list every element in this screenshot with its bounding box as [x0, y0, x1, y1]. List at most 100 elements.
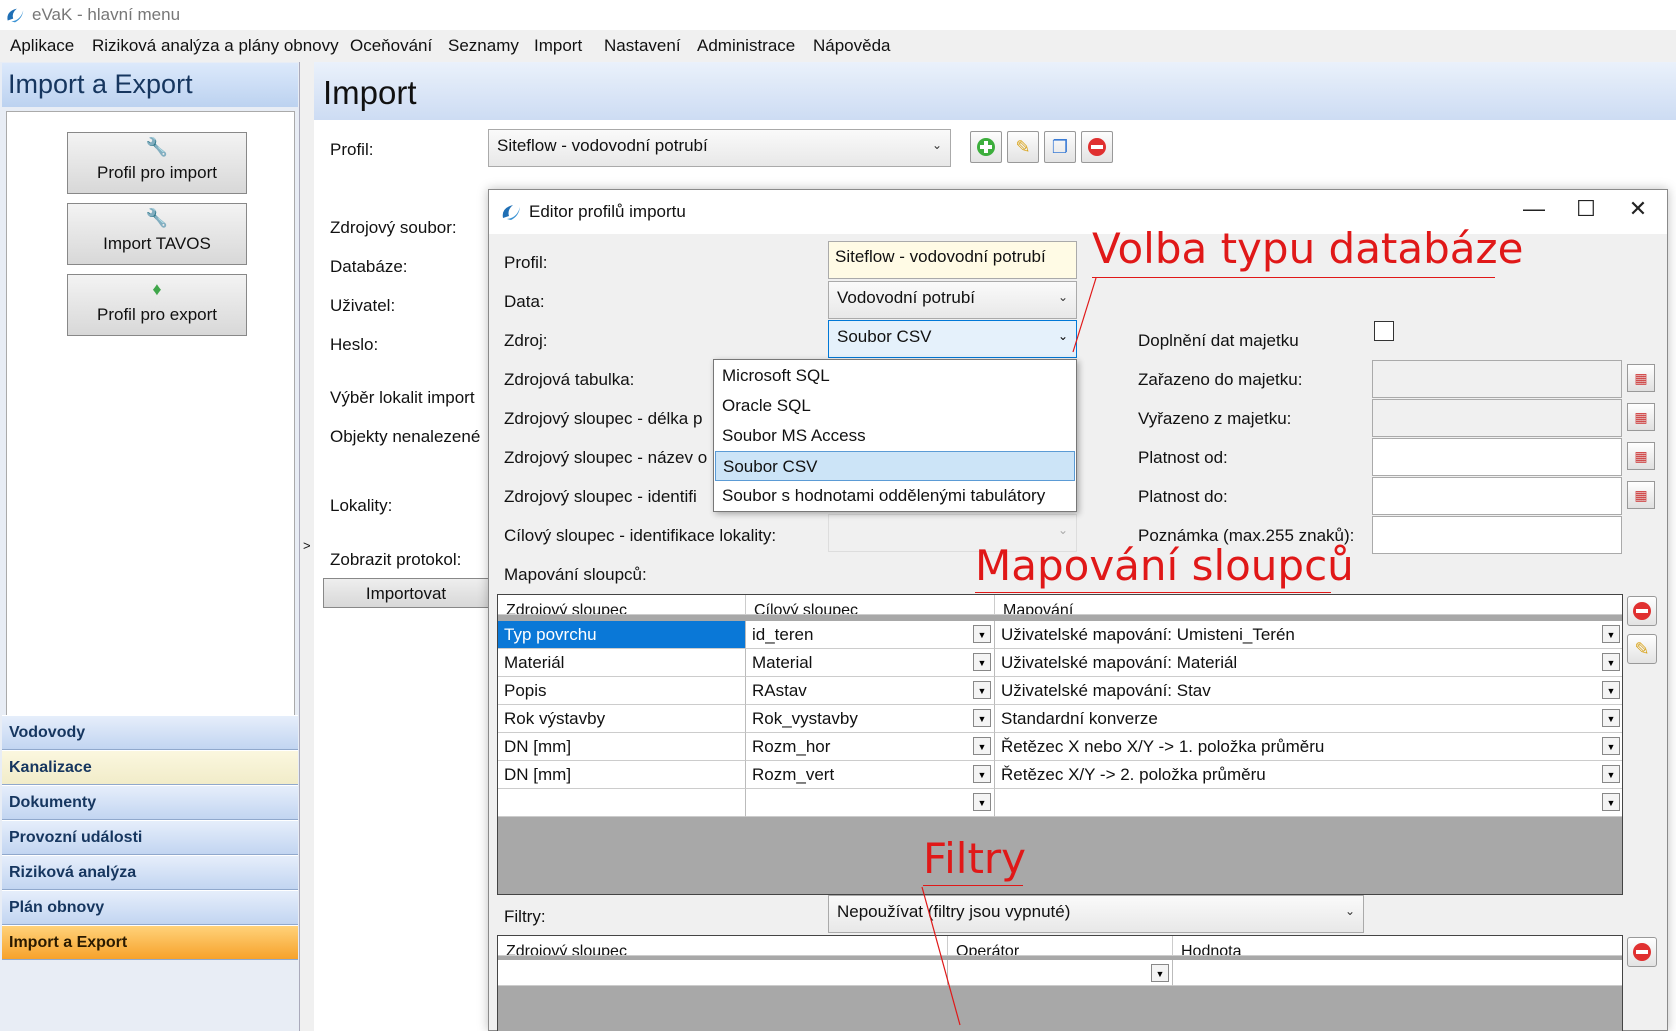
menu-ocenovani[interactable]: Oceňování — [350, 36, 432, 56]
filter-cell-source[interactable] — [498, 960, 948, 986]
chevron-down-icon[interactable]: ▼ — [973, 681, 991, 699]
remove-filter-button[interactable] — [1627, 937, 1657, 967]
map-cell-source[interactable]: Popis — [498, 677, 746, 705]
calendar-icon[interactable]: ▦ — [1627, 364, 1655, 392]
menu-aplikace[interactable]: Aplikace — [10, 36, 74, 56]
chevron-down-icon[interactable]: ▼ — [1602, 625, 1620, 643]
calendar-icon[interactable]: ▦ — [1627, 481, 1655, 509]
chevron-down-icon[interactable]: ▼ — [973, 793, 991, 811]
grid-header-source[interactable]: Zdrojový sloupec — [498, 595, 746, 615]
map-cell-source[interactable]: DN [mm] — [498, 733, 746, 761]
excluded-from-assets-field[interactable] — [1372, 399, 1622, 437]
menu-nastaveni[interactable]: Nastavení — [604, 36, 681, 56]
chevron-down-icon[interactable]: ▼ — [1602, 709, 1620, 727]
map-cell-source[interactable]: Materiál — [498, 649, 746, 677]
map-cell-target[interactable]: ▼ — [746, 789, 995, 817]
map-cell-mapping[interactable]: Standardní konverze ▼ — [995, 705, 1622, 733]
profile-import-button[interactable]: 🔧 Profil pro import — [67, 132, 247, 194]
map-cell-mapping[interactable]: Uživatelské mapování: Stav ▼ — [995, 677, 1622, 705]
chevron-down-icon[interactable]: ▼ — [1151, 964, 1169, 982]
menu-rizikova-analyza[interactable]: Riziková analýza a plány obnovy — [92, 36, 339, 56]
panel-splitter[interactable]: > — [300, 62, 314, 1031]
map-cell-source[interactable]: Rok výstavby — [498, 705, 746, 733]
calendar-icon[interactable]: ▦ — [1627, 403, 1655, 431]
delete-profile-button[interactable] — [1081, 131, 1113, 163]
menu-administrace[interactable]: Administrace — [697, 36, 795, 56]
filter-cell-operator[interactable]: ▼ — [948, 960, 1173, 986]
minimize-icon[interactable]: — — [1509, 196, 1559, 222]
annotation-pointer-line — [921, 886, 961, 1026]
map-cell-source[interactable]: DN [mm] — [498, 761, 746, 789]
nav-import-export[interactable]: Import a Export — [2, 925, 298, 960]
valid-from-field[interactable] — [1372, 438, 1622, 476]
filter-cell-value[interactable] — [1173, 960, 1622, 986]
valid-to-field[interactable] — [1372, 477, 1622, 515]
menu-napoveda[interactable]: Nápověda — [813, 36, 891, 56]
map-cell-mapping[interactable]: ▼ — [995, 789, 1622, 817]
map-cell-source[interactable]: Typ povrchu — [498, 621, 746, 649]
dlg-source-label: Zdroj: — [504, 331, 548, 350]
calendar-icon[interactable]: ▦ — [1627, 442, 1655, 470]
nav-rizikova-analyza[interactable]: Riziková analýza — [2, 855, 298, 890]
close-icon[interactable]: ✕ — [1613, 196, 1663, 222]
import-tavos-button[interactable]: 🔧 Import TAVOS — [67, 203, 247, 265]
remove-mapping-button[interactable] — [1627, 596, 1657, 626]
menu-seznamy[interactable]: Seznamy — [448, 36, 519, 56]
chevron-down-icon[interactable]: ▼ — [973, 709, 991, 727]
included-in-assets-field[interactable] — [1372, 360, 1622, 398]
source-option[interactable]: Soubor CSV — [715, 451, 1075, 481]
map-cell-target[interactable]: id_teren ▼ — [746, 621, 995, 649]
menu-import[interactable]: Import — [534, 36, 582, 56]
source-col-name-label: Zdrojový sloupec - název o — [504, 448, 708, 467]
nav-vodovody[interactable]: Vodovody — [2, 715, 298, 750]
chevron-down-icon[interactable]: ▼ — [973, 625, 991, 643]
nav-dokumenty[interactable]: Dokumenty — [2, 785, 298, 820]
expand-arrow-icon[interactable]: > — [303, 538, 311, 553]
map-cell-target[interactable]: RAstav ▼ — [746, 677, 995, 705]
chevron-down-icon[interactable]: ▼ — [973, 653, 991, 671]
import-button[interactable]: Importovat — [323, 578, 489, 608]
source-option[interactable]: Microsoft SQL — [715, 361, 1075, 391]
map-cell-target[interactable]: Rozm_vert ▼ — [746, 761, 995, 789]
source-option[interactable]: Oracle SQL — [715, 391, 1075, 421]
map-cell-target[interactable]: Rozm_hor ▼ — [746, 733, 995, 761]
chevron-down-icon[interactable]: ▼ — [1602, 793, 1620, 811]
edit-mapping-button[interactable]: ✎ — [1627, 634, 1657, 664]
chevron-down-icon[interactable]: ▼ — [1602, 681, 1620, 699]
nav-kanalizace[interactable]: Kanalizace — [2, 750, 298, 785]
nav-provozni-udalosti[interactable]: Provozní události — [2, 820, 298, 855]
profile-export-button[interactable]: ♦ Profil pro export — [67, 274, 247, 336]
grid-header-mapping[interactable]: Mapování — [995, 595, 1622, 615]
copy-profile-button[interactable]: ❐ — [1044, 131, 1076, 163]
nav-plan-obnovy[interactable]: Plán obnovy — [2, 890, 298, 925]
map-cell-mapping[interactable]: Uživatelské mapování: Materiál ▼ — [995, 649, 1622, 677]
source-select[interactable]: Soubor CSV ⌄ — [828, 320, 1077, 358]
filters-header-value[interactable]: Hodnota — [1173, 936, 1622, 956]
filters-label: Filtry: — [504, 907, 546, 926]
note-field[interactable] — [1372, 516, 1622, 554]
maximize-icon[interactable]: ☐ — [1561, 196, 1611, 222]
asset-completion-checkbox[interactable] — [1374, 321, 1394, 341]
filters-header-operator[interactable]: Operátor — [948, 936, 1173, 956]
chevron-down-icon[interactable]: ▼ — [1602, 737, 1620, 755]
data-select[interactable]: Vodovodní potrubí ⌄ — [828, 281, 1077, 319]
chevron-down-icon[interactable]: ▼ — [1602, 653, 1620, 671]
map-cell-source[interactable] — [498, 789, 746, 817]
map-cell-mapping[interactable]: Uživatelské mapování: Umisteni_Terén ▼ — [995, 621, 1622, 649]
filters-header-source[interactable]: Zdrojový sloupec — [498, 936, 948, 956]
map-cell-target[interactable]: Material ▼ — [746, 649, 995, 677]
edit-profile-button[interactable]: ✎ — [1007, 131, 1039, 163]
source-option[interactable]: Soubor MS Access — [715, 421, 1075, 451]
chevron-down-icon[interactable]: ▼ — [1602, 765, 1620, 783]
chevron-down-icon[interactable]: ▼ — [973, 737, 991, 755]
map-cell-target[interactable]: Rok_vystavby ▼ — [746, 705, 995, 733]
map-cell-mapping[interactable]: Řetězec X/Y -> 2. položka průměru ▼ — [995, 761, 1622, 789]
profile-select[interactable]: Siteflow - vodovodní potrubí ⌄ — [488, 129, 951, 167]
dlg-profile-field[interactable]: Siteflow - vodovodní potrubí — [828, 241, 1077, 279]
add-profile-button[interactable] — [970, 131, 1002, 163]
source-option[interactable]: Soubor s hodnotami oddělenými tabulátory — [715, 481, 1075, 511]
grid-header-target[interactable]: Cílový sloupec — [746, 595, 995, 615]
chevron-down-icon[interactable]: ▼ — [973, 765, 991, 783]
filters-select[interactable]: Nepoužívat (filtry jsou vypnuté) ⌄ — [828, 895, 1364, 933]
map-cell-mapping[interactable]: Řetězec X nebo X/Y -> 1. položka průměru… — [995, 733, 1622, 761]
